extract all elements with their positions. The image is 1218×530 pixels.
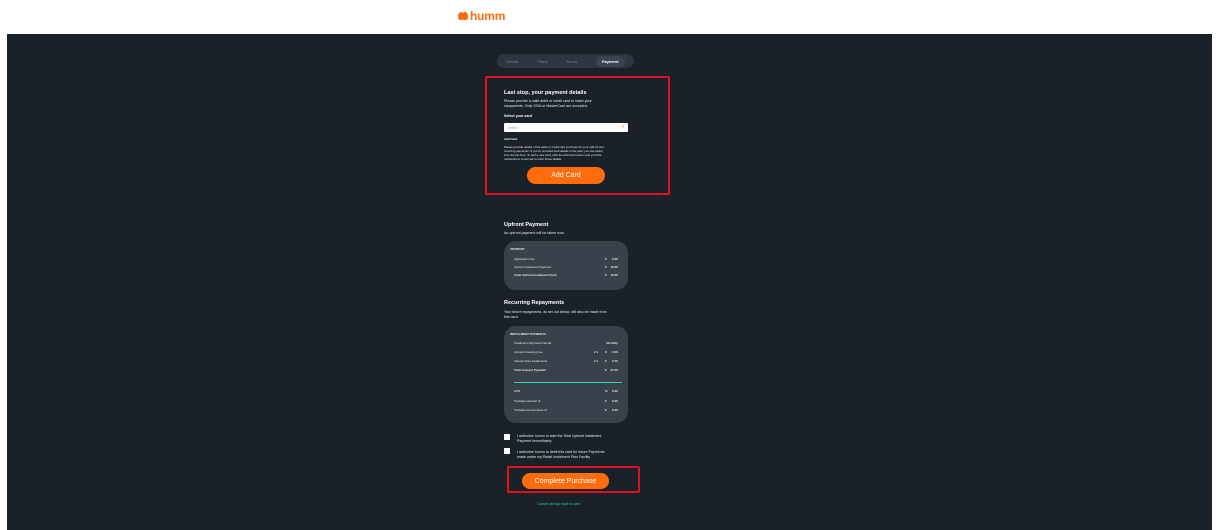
consent-recurring-checkbox[interactable] <box>504 448 510 454</box>
recurring-title: Recurring Repayments <box>504 300 565 306</box>
add-card-heading: Add Card <box>504 137 518 141</box>
step-terms[interactable]: Terms <box>566 59 577 64</box>
step-details[interactable]: Details <box>506 59 518 64</box>
teal-divider <box>514 382 622 383</box>
cancel-link[interactable]: Cancel and go back to cart <box>537 502 580 506</box>
logo-text: humm <box>470 9 506 23</box>
table-row: Total Upfront Instalment Pymt € 16.50 <box>514 273 618 277</box>
add-card-text-4: redirected to a new tab to enter those d… <box>504 157 562 161</box>
table-row: Application Fee € 0.00 <box>514 257 618 261</box>
consent-recurring-text-2: made under my Retail Instalment Plan Fac… <box>517 455 591 459</box>
recurring-subtitle-2: this card. <box>504 315 519 319</box>
upfront-subtitle: An upfront payment will be taken now. <box>504 231 565 235</box>
table-row: Upfront Instalment Payment € 16.50 <box>514 265 618 269</box>
table-row: Total Amount Payable* € 21.50 <box>514 368 618 372</box>
chevron-right-icon: › <box>622 124 624 130</box>
instalment-panel-heading: INSTALMENT PAYMENTS <box>510 332 547 336</box>
top-bar: humm <box>0 0 1218 34</box>
upfront-panel: UPFRONT Application Fee € 0.00 Upfront I… <box>504 241 628 290</box>
consent-upfront-checkbox[interactable] <box>504 434 510 440</box>
add-card-button[interactable]: Add Card <box>527 167 605 184</box>
table-row: *Includes interest of € 0.00 <box>514 399 618 403</box>
complete-purchase-button[interactable]: Complete Purchase <box>522 473 609 489</box>
step-payment[interactable]: Payment <box>595 55 625 67</box>
recurring-subtitle-1: Your future repayments, as set out below… <box>504 310 607 314</box>
card-select-placeholder: Select <box>508 125 518 130</box>
table-row: APR % 0.00 <box>514 389 618 393</box>
checkout-steps: Details Plans Terms Payment <box>497 54 634 68</box>
table-row: Instalment Payment Interval Monthly <box>514 341 618 345</box>
card-select[interactable]: Select › <box>504 123 628 132</box>
payment-title: Last stop, your payment details <box>504 90 587 96</box>
upfront-title: Upfront Payment <box>504 222 549 228</box>
humm-heart-icon <box>458 11 468 21</box>
table-row: Account Keeping Fee 2 x € 0.00 <box>514 350 618 354</box>
step-plans[interactable]: Plans <box>537 59 547 64</box>
select-card-label: Select your card <box>504 114 532 118</box>
humm-logo[interactable]: humm <box>458 9 505 23</box>
consent-upfront-text-2: Payment Immediately <box>517 439 552 443</box>
payment-description-2: repayments. Only VISA or MasterCard are … <box>504 104 588 108</box>
instalment-panel: INSTALMENT PAYMENTS Instalment Payment I… <box>504 326 628 423</box>
table-row: Interest Free Instalments 2 x € 2.50 <box>514 359 618 363</box>
upfront-panel-heading: UPFRONT <box>510 247 525 251</box>
table-row: *Includes known Fees of € 0.00 <box>514 408 618 412</box>
